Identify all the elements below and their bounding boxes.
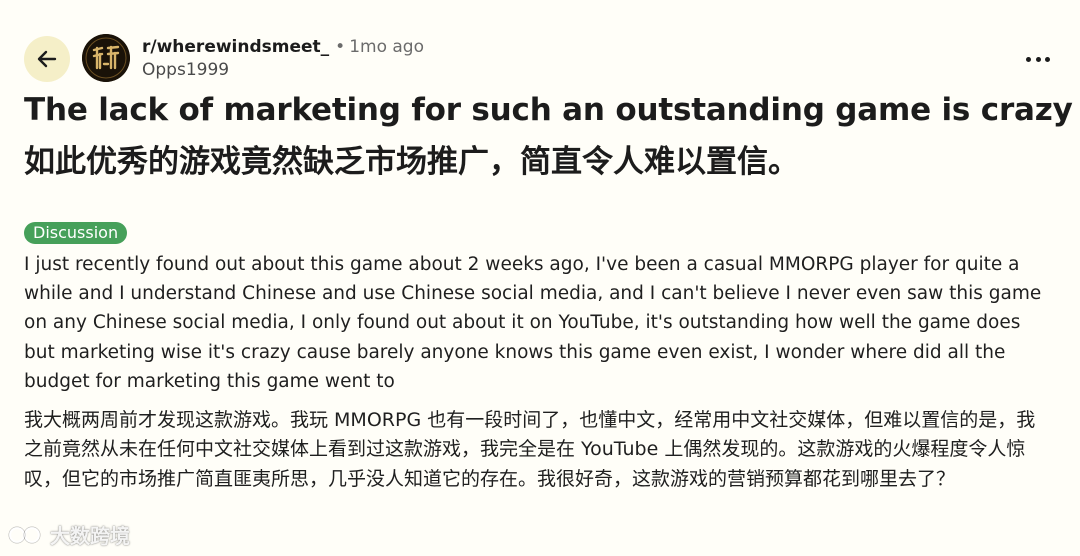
subreddit-link[interactable]: r/wherewindsmeet_ bbox=[142, 37, 329, 57]
post-age: 1mo ago bbox=[349, 37, 424, 57]
more-horizontal-icon-dot bbox=[1035, 56, 1041, 62]
meta-separator: • bbox=[335, 37, 346, 57]
subreddit-logo-icon bbox=[82, 34, 130, 82]
back-button[interactable] bbox=[24, 36, 70, 82]
post-body-english: I just recently found out about this gam… bbox=[24, 254, 1042, 392]
arrow-left-icon bbox=[37, 50, 57, 68]
watermark: 大数跨境 bbox=[8, 520, 130, 549]
post-meta: r/wherewindsmeet_ • 1mo ago Opps1999 bbox=[142, 36, 424, 81]
post-title-english: The lack of marketing for such an outsta… bbox=[24, 92, 1073, 128]
watermark-logo-icon bbox=[8, 526, 41, 543]
post-flair-badge[interactable]: Discussion bbox=[24, 222, 128, 244]
post-title-chinese: 如此优秀的游戏竟然缺乏市场推广，简直令人难以置信。 bbox=[24, 144, 799, 180]
meta-line: r/wherewindsmeet_ • 1mo ago bbox=[142, 36, 424, 58]
author-link[interactable]: Opps1999 bbox=[142, 59, 424, 81]
watermark-text: 大数跨境 bbox=[50, 524, 130, 548]
post-body-chinese: 我大概两周前才发现这款游戏。我玩 MMORPG 也有一段时间了，也懂中文，经常用… bbox=[24, 409, 1036, 490]
more-horizontal-icon-dot bbox=[1045, 56, 1050, 62]
subreddit-avatar[interactable] bbox=[82, 34, 130, 82]
post-page: r/wherewindsmeet_ • 1mo ago Opps1999 The l… bbox=[0, 0, 1080, 556]
more-horizontal-icon-dot bbox=[1026, 56, 1031, 62]
more-options-button[interactable] bbox=[1026, 52, 1050, 66]
